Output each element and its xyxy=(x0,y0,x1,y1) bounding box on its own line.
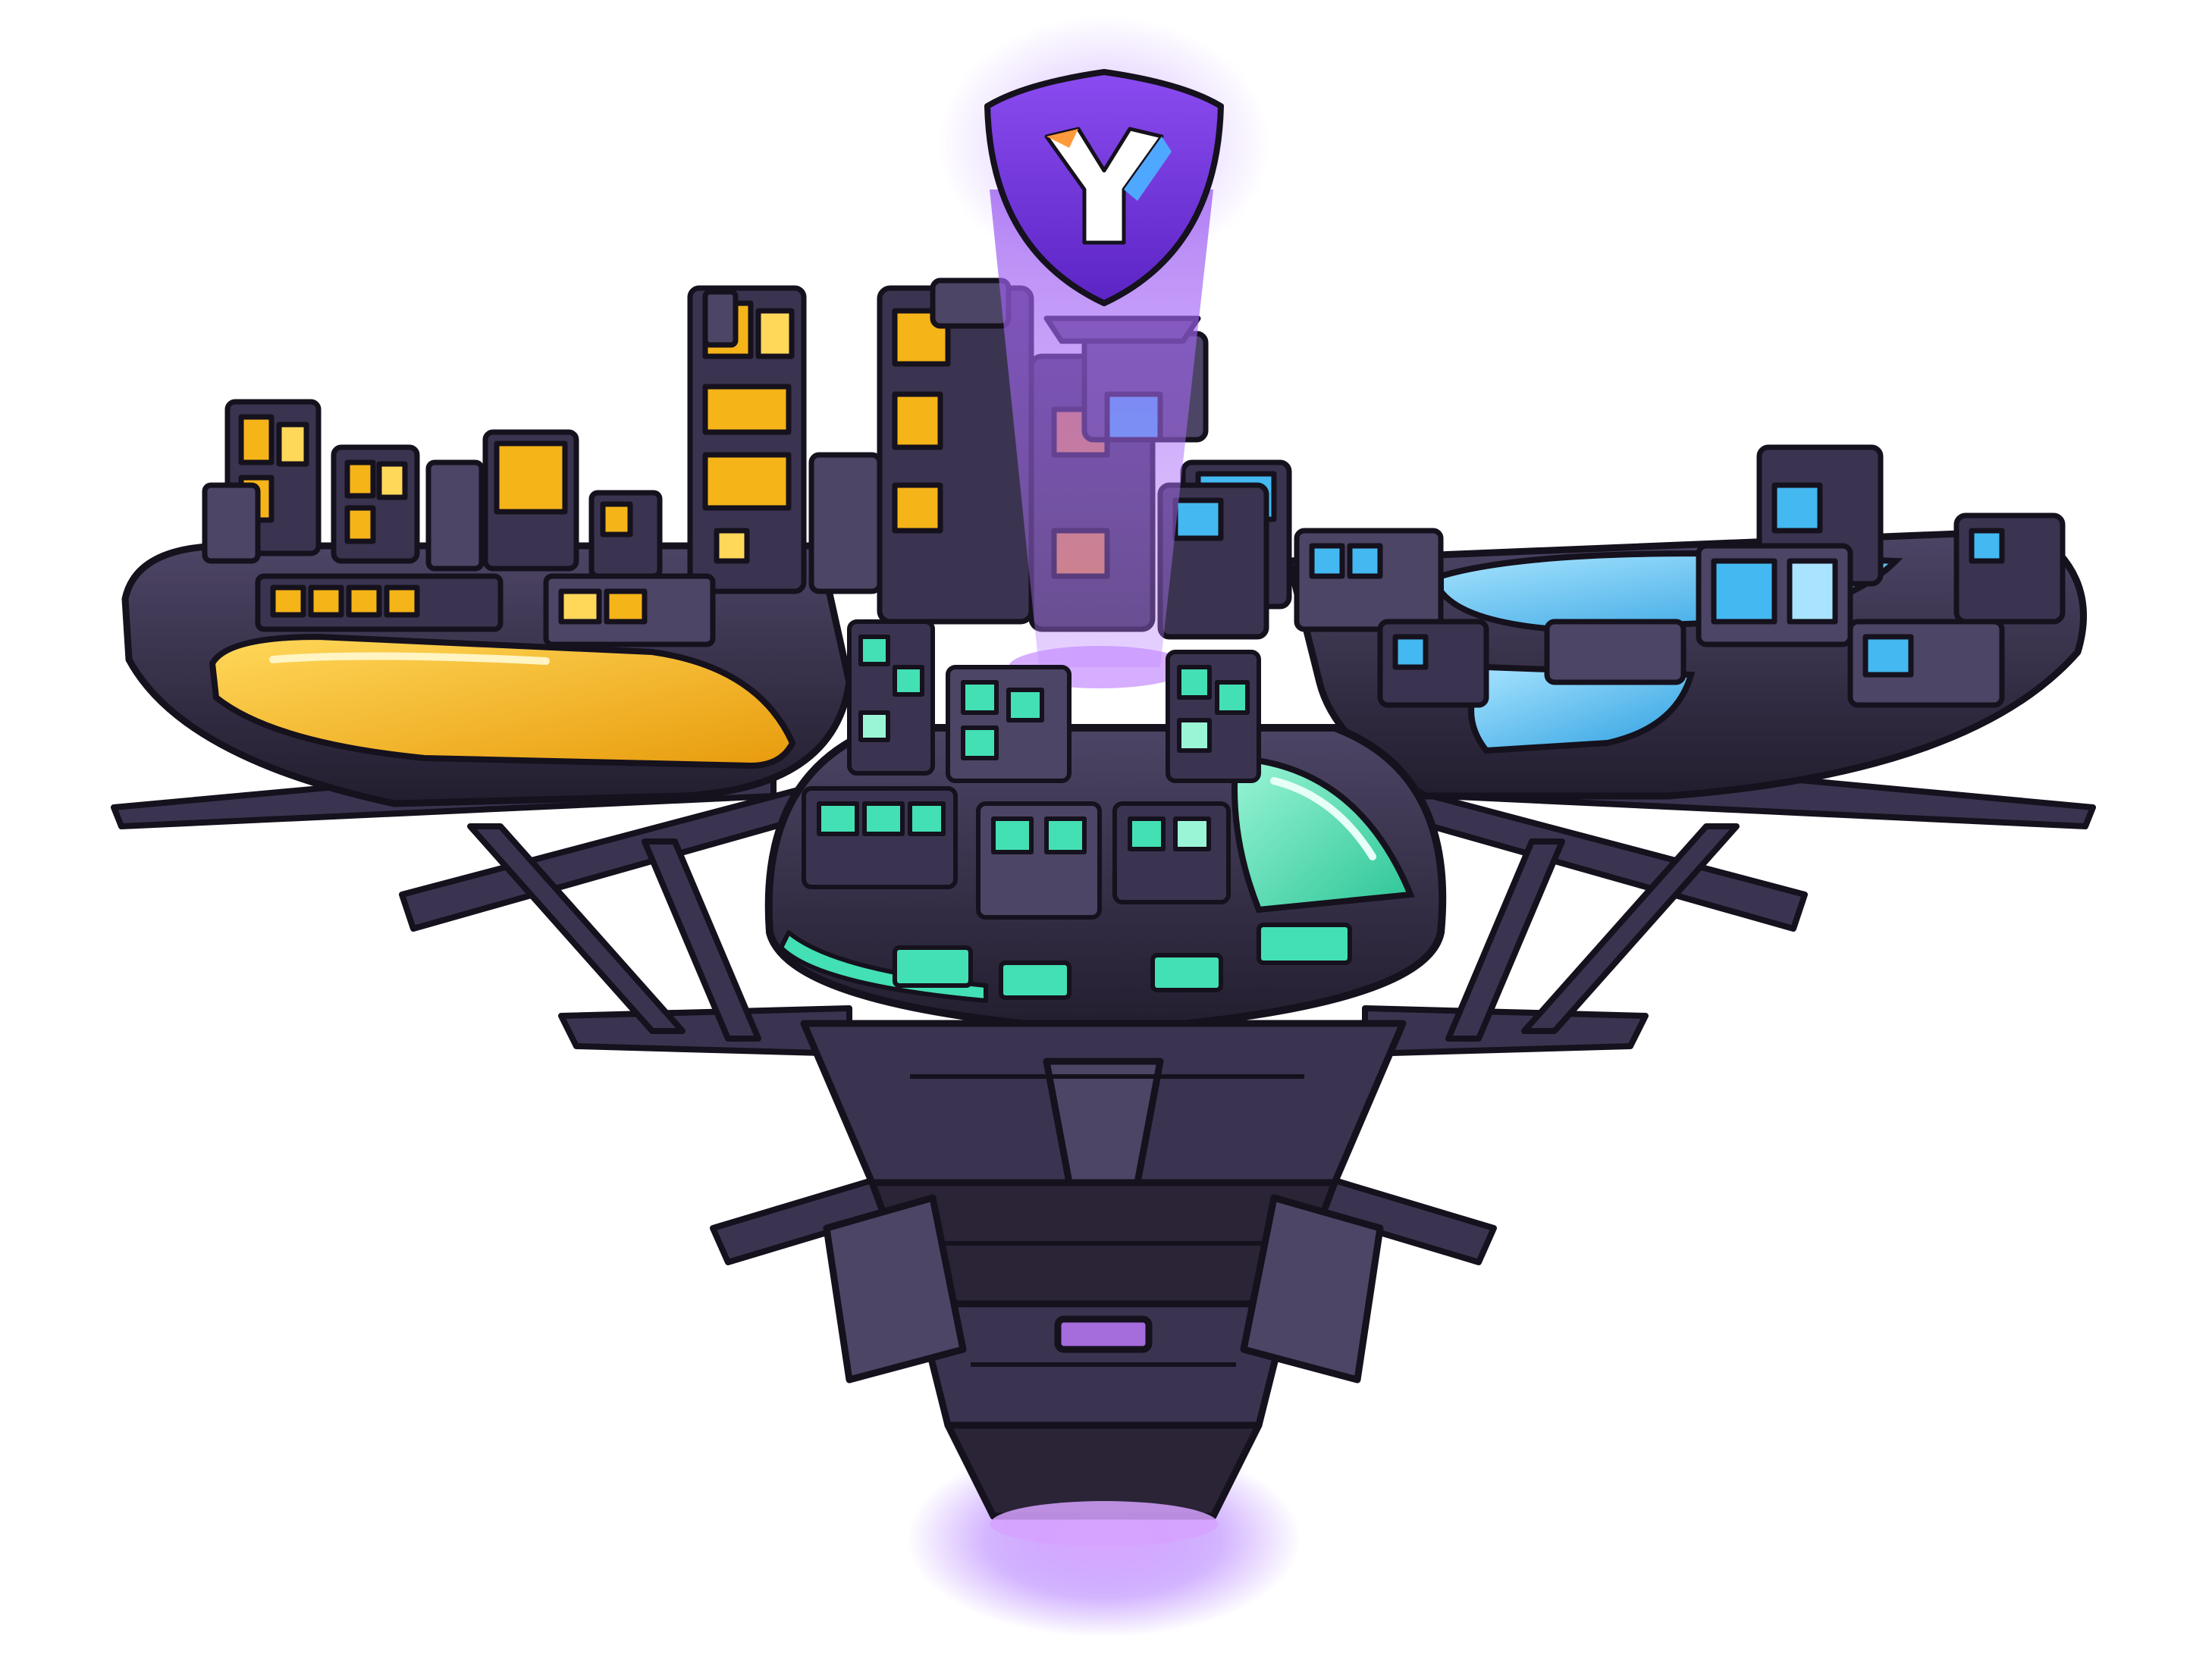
thruster-glow xyxy=(990,1501,1218,1547)
lower-hull xyxy=(800,1020,1407,1520)
floating-city-illustration xyxy=(0,0,2212,1661)
floating-city-svg xyxy=(111,15,2096,1637)
